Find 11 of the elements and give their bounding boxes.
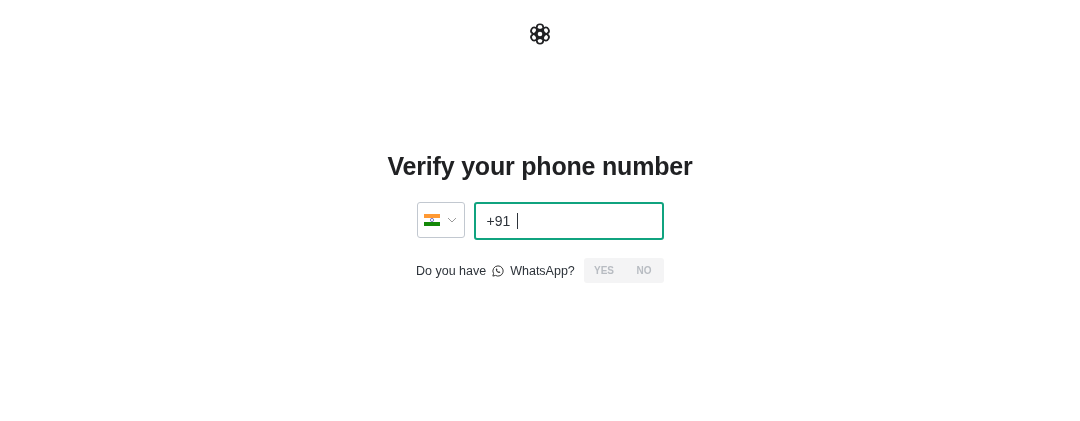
country-select[interactable] [416,202,465,238]
page-heading: Verify your phone number [387,151,693,182]
whatsapp-label: WhatsApp? [510,263,575,278]
logo-icon [527,21,553,47]
flag-icon [424,214,440,226]
chat-phone-icon [492,264,505,277]
choice-button[interactable]: NO [624,258,664,283]
question-text: Do you have [416,263,487,278]
choice-button[interactable]: YES [584,258,624,283]
chevron-down-icon [447,217,457,223]
phone-field[interactable]: +91 [473,202,664,240]
